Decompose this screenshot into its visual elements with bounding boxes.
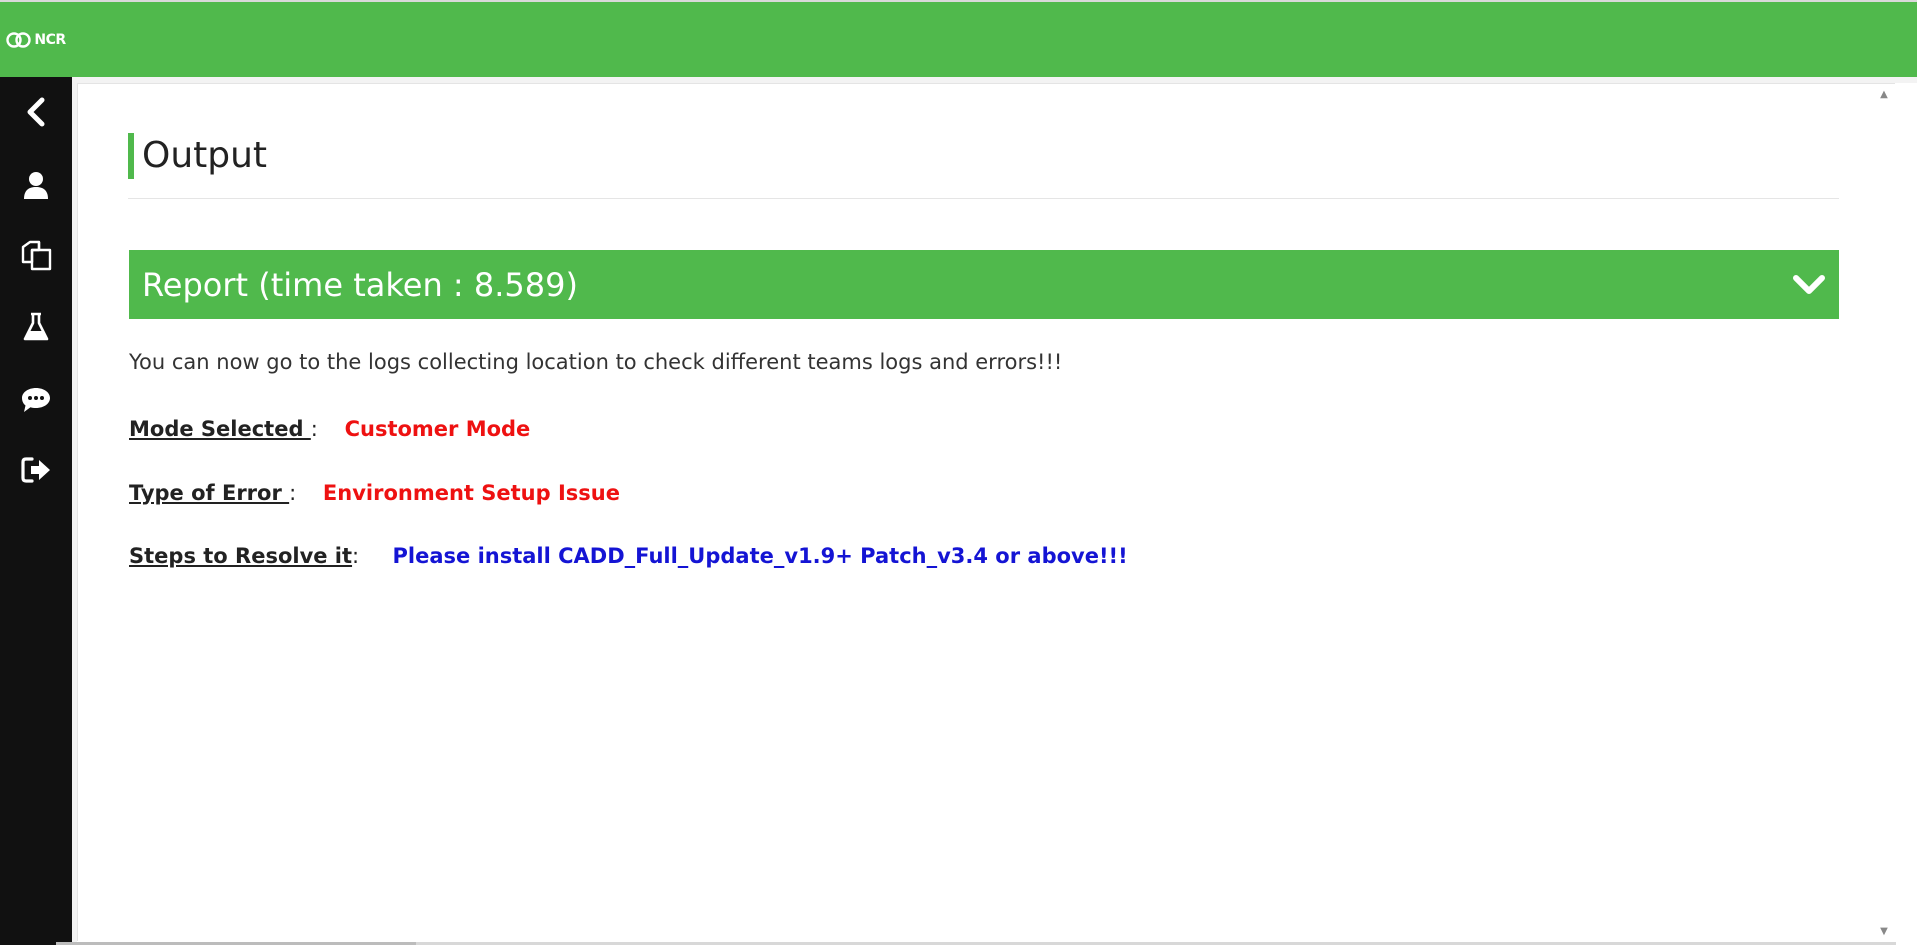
sidebar-item-lab[interactable] [0,299,72,355]
sidebar-item-collapse[interactable] [0,84,72,140]
report-title: Report (time taken : 8.589) [142,265,578,304]
ncr-logo[interactable]: NCR [0,2,72,77]
mode-selected-colon: : [310,417,318,441]
report-accordion-header[interactable]: Report (time taken : 8.589) [129,250,1839,319]
result-message: You can now go to the logs collecting lo… [129,350,1063,374]
chevron-down-icon[interactable] [1791,267,1827,303]
sidebar-item-user[interactable] [0,157,72,213]
scroll-up-arrow[interactable]: ▲ [1877,88,1891,102]
sidebar-item-chat[interactable] [0,372,72,428]
main-content-panel: ▲ ▼ [77,83,1895,941]
chat-bubble-icon [22,388,50,412]
resolution-steps-row: Steps to Resolve it: Please install CADD… [129,544,1128,568]
sidebar-item-files[interactable] [0,227,72,283]
scroll-down-arrow[interactable]: ▼ [1877,925,1891,939]
sign-out-icon [21,457,50,483]
mode-selected-value: Customer Mode [344,417,531,441]
error-type-colon: : [289,481,297,505]
flask-icon [23,312,49,341]
sidebar-item-logout[interactable] [0,442,72,498]
ncr-logo-icon [6,31,32,48]
resolution-steps-colon: : [352,544,360,568]
copy-files-icon [21,240,52,271]
top-header-bar [0,0,1917,77]
sidebar [0,77,72,945]
chevron-left-icon [27,97,45,127]
mode-selected-row: Mode Selected : Customer Mode [129,417,530,441]
resolution-steps-label: Steps to Resolve it [129,544,353,568]
error-type-row: Type of Error : Environment Setup Issue [129,481,620,505]
title-divider [128,198,1839,199]
error-type-value: Environment Setup Issue [322,481,620,505]
mode-selected-label: Mode Selected [129,417,311,441]
page-title: Output [128,133,267,179]
resolution-steps-value: Please install CADD_Full_Update_v1.9+ Pa… [392,544,1128,568]
user-icon [24,172,48,199]
error-type-label: Type of Error [129,481,290,505]
logo-text: NCR [34,31,66,48]
